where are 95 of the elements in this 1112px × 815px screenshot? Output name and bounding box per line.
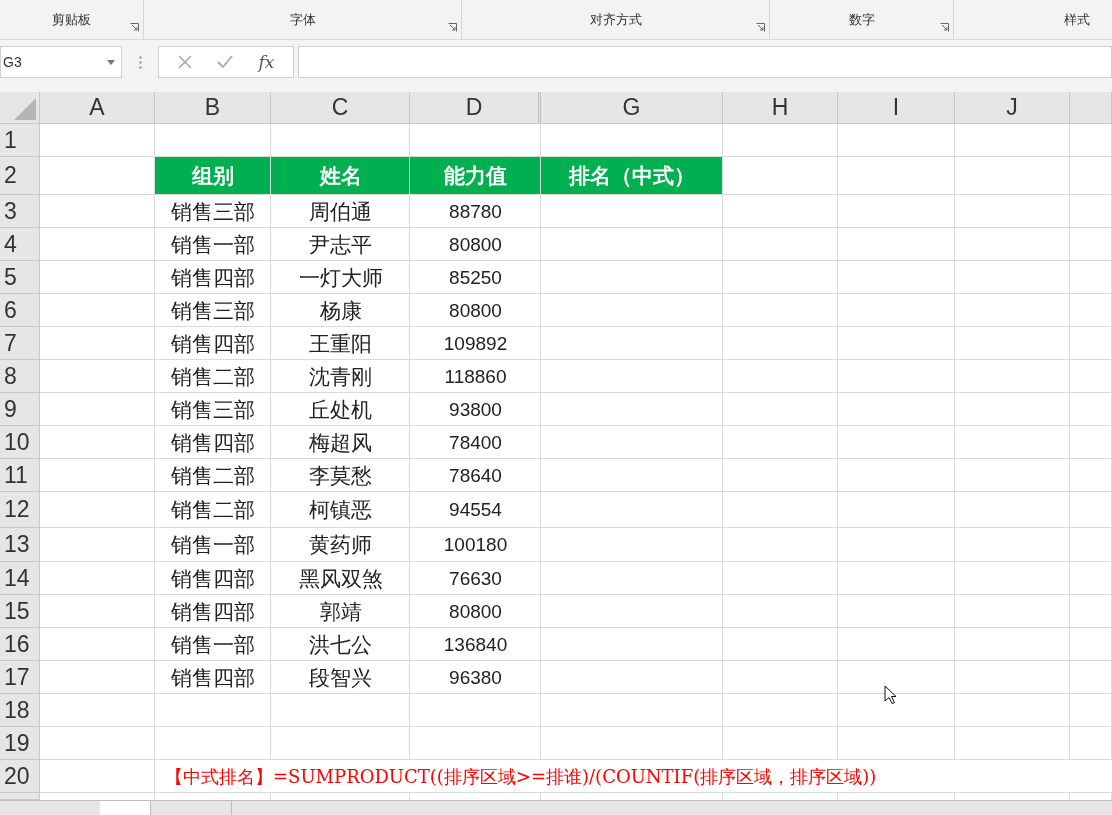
table-cell-text: 沈青刚 <box>309 363 372 390</box>
table-cell-text: 销售三部 <box>171 198 255 225</box>
select-all-button[interactable] <box>0 92 40 124</box>
column-header[interactable]: B <box>155 92 271 124</box>
group-label: 样式 <box>1064 11 1090 29</box>
table-cell-text: 销售四部 <box>171 565 255 592</box>
row-number[interactable]: 9 <box>0 393 40 426</box>
column-header[interactable]: I <box>838 92 955 124</box>
table-cell: 118860 <box>444 365 507 388</box>
column-header[interactable]: H <box>723 92 838 124</box>
table-cell: 85250 <box>449 266 502 289</box>
row-number[interactable]: 18 <box>0 694 40 727</box>
cancel-icon[interactable] <box>177 55 192 69</box>
column-header[interactable]: G <box>541 92 723 124</box>
table-cell-text: 黄药师 <box>309 532 372 558</box>
formula-note: 【中式排名】=SUMPRODUCT((排序区域>=排谁)/(COUNTIF(排序区域，排序区域)) <box>165 764 877 789</box>
table-cell: 78400 <box>449 431 502 454</box>
table-cell-text: 销售二部 <box>171 462 255 489</box>
table-cell-text: 郭靖 <box>319 598 362 625</box>
dropdown-icon[interactable] <box>107 59 115 65</box>
table-cell-text: 销售四部 <box>171 330 255 357</box>
check-icon[interactable] <box>217 55 234 69</box>
mouse-pointer-icon <box>884 685 897 705</box>
row-number[interactable]: 12 <box>0 492 40 528</box>
table-cell: 80800 <box>449 233 502 256</box>
dialog-launcher-icon[interactable] <box>756 23 765 32</box>
row-number[interactable]: 2 <box>0 157 40 195</box>
table-cell: 100180 <box>443 534 508 556</box>
table-cell: 80800 <box>449 600 502 623</box>
table-cell: 96380 <box>449 666 502 689</box>
table-cell: 76630 <box>449 567 502 590</box>
group-label: 数字 <box>848 11 875 29</box>
table-cell: 94554 <box>449 499 502 521</box>
formula-input[interactable] <box>298 46 1112 78</box>
table-cell-text: 杨康 <box>319 297 362 324</box>
table-cell-text: 销售四部 <box>171 664 255 691</box>
table-cell-text: 销售四部 <box>171 429 255 456</box>
group-label: 对齐方式 <box>589 11 642 29</box>
table-cell-text: 尹志平 <box>309 231 372 258</box>
row-number[interactable]: 15 <box>0 595 40 628</box>
row-number[interactable]: 19 <box>0 727 40 760</box>
table-cell-text: 销售三部 <box>171 396 255 423</box>
column-header[interactable]: C <box>271 92 410 124</box>
table-cell-text: 梅超风 <box>309 429 372 456</box>
row-number[interactable]: 6 <box>0 294 40 327</box>
column-header[interactable] <box>1070 92 1112 124</box>
table-cell-text: 段智兴 <box>309 664 372 691</box>
row-number[interactable]: 20 <box>0 760 40 793</box>
table-cell-text: 销售四部 <box>171 264 255 291</box>
table-cell: 136840 <box>443 633 508 656</box>
group-label: 剪贴板 <box>52 11 91 29</box>
table-cell-text: 李莫愁 <box>309 462 372 489</box>
table-cell-text: 王重阳 <box>309 330 372 357</box>
grip-icon <box>138 55 142 69</box>
row-number[interactable] <box>0 793 40 800</box>
table-cell-text: 销售四部 <box>171 598 255 625</box>
row-number[interactable]: 17 <box>0 661 40 694</box>
table-cell-text: 销售二部 <box>171 363 255 390</box>
row-number[interactable]: 5 <box>0 261 40 294</box>
name-box[interactable]: G3 <box>0 46 122 78</box>
column-header[interactable]: D <box>410 92 541 124</box>
table-cell-text: 黑风双煞 <box>298 565 383 592</box>
table-cell: 80800 <box>449 299 502 322</box>
table-cell: 109892 <box>443 332 508 355</box>
row-number[interactable]: 8 <box>0 360 40 393</box>
table-cell-text: 洪七公 <box>309 631 372 658</box>
table-cell-text: 销售一部 <box>171 532 255 558</box>
dialog-launcher-icon[interactable] <box>448 23 457 32</box>
table-cell-text: 销售三部 <box>171 297 255 324</box>
table-cell-text: 柯镇恶 <box>309 497 372 523</box>
table-cell: 88780 <box>449 200 502 223</box>
table-cell-text: 周伯通 <box>309 198 372 225</box>
column-header[interactable]: J <box>955 92 1070 124</box>
insert-function-button[interactable]: fx <box>258 52 275 72</box>
table-cell: 93800 <box>449 398 502 421</box>
row-number[interactable]: 10 <box>0 426 40 459</box>
row-number[interactable]: 13 <box>0 528 40 562</box>
group-label: 字体 <box>289 11 316 29</box>
row-number[interactable]: 1 <box>0 124 40 157</box>
row-number[interactable]: 4 <box>0 228 40 261</box>
column-header[interactable]: A <box>40 92 155 124</box>
table-cell-text: 销售二部 <box>171 497 255 523</box>
dialog-launcher-icon[interactable] <box>940 23 949 32</box>
table-cell-text: 销售一部 <box>171 231 255 258</box>
row-number[interactable]: 16 <box>0 628 40 661</box>
table-cell: 78640 <box>449 464 502 487</box>
row-number[interactable]: 11 <box>0 459 40 492</box>
row-number[interactable]: 7 <box>0 327 40 360</box>
triangle-icon <box>14 98 36 120</box>
table-cell-text: 销售一部 <box>171 631 255 658</box>
table-cell-text: 丘处机 <box>309 396 372 423</box>
table-cell-text: 一灯大师 <box>298 264 383 291</box>
dialog-launcher-icon[interactable] <box>130 23 139 32</box>
row-number[interactable]: 3 <box>0 195 40 228</box>
row-number[interactable]: 14 <box>0 562 40 595</box>
